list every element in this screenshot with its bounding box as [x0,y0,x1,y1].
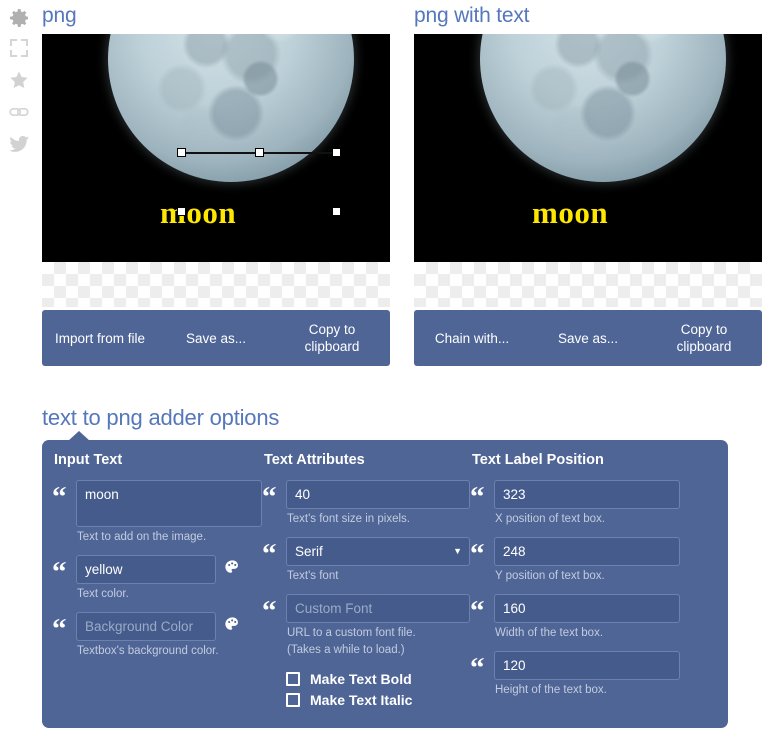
make-text-bold-label: Make Text Bold [310,671,412,687]
png-with-text-actions-bar: Chain with... Save as... Copy to clipboa… [414,310,762,366]
quote-icon: “ [52,556,67,588]
resize-handle-e[interactable] [332,207,341,216]
quote-icon: “ [52,613,67,645]
resize-handle-ne[interactable] [332,148,341,157]
hint-font: Text's font [287,570,339,582]
fullscreen-icon[interactable] [7,36,31,60]
panel-notch [68,431,90,441]
import-from-file-button[interactable]: Import from file [42,330,158,347]
quote-icon: “ [470,481,485,513]
hint-input-text: Text to add on the image. [77,531,207,543]
make-text-italic-label: Make Text Italic [310,692,413,708]
page-title-png: png [42,4,77,27]
palette-icon[interactable] [224,616,241,638]
x-position-input[interactable] [494,480,680,509]
hint-y-position: Y position of text box. [495,570,605,582]
hint-height: Height of the text box. [495,684,607,696]
hint-font-size: Text's font size in pixels. [287,513,410,525]
field-y-position: “ Y position of text box. [470,537,680,592]
save-as-button-result[interactable]: Save as... [530,330,646,347]
icon-rail [0,0,38,180]
quote-icon: “ [262,538,277,570]
chain-with-button[interactable]: Chain with... [414,330,530,347]
checkbox-row-italic[interactable]: Make Text Italic [286,692,470,708]
moon-text-label-result: moon [532,195,609,230]
quote-icon: “ [470,595,485,627]
app-root: png moon Import from file Save as... Cop… [0,0,770,737]
text-color-input[interactable] [76,555,216,584]
transparency-strip-left [42,262,390,307]
width-input[interactable] [494,594,680,623]
text-selection-box[interactable] [177,148,341,262]
field-background-color: “ Background Color Textbox's background … [52,612,262,667]
field-height: “ Height of the text box. [470,651,680,706]
resize-handle-w[interactable] [177,207,186,216]
hint-custom-font-2: (Takes a while to load.) [287,644,405,656]
column-input-text: Input Text “ moon Text to add on the ima… [52,452,262,708]
moon-image-result [480,34,726,182]
copy-to-clipboard-button[interactable]: Copy to clipboard [274,321,390,355]
link-icon[interactable] [7,100,31,124]
quote-icon: “ [470,652,485,684]
resize-handle-n[interactable] [255,148,264,157]
checkbox-row-bold[interactable]: Make Text Bold [286,671,470,687]
quote-icon: “ [470,538,485,570]
copy-to-clipboard-button-result[interactable]: Copy to clipboard [646,321,762,355]
palette-icon[interactable] [224,559,241,581]
preview-card-png-with-text: png with text moon Chain with... Save as… [414,0,762,366]
column-text-label-position: Text Label Position “ X position of text… [470,452,680,708]
preview-card-png: png moon Import from file Save as... Cop… [42,0,390,366]
field-font-size: “ Text's font size in pixels. [262,480,470,535]
input-text-textarea[interactable]: moon [76,480,262,527]
hint-background-color: Textbox's background color. [77,645,219,657]
png-actions-bar: Import from file Save as... Copy to clip… [42,310,390,366]
font-size-input[interactable] [286,480,470,509]
field-width: “ Width of the text box. [470,594,680,649]
make-text-italic-checkbox[interactable] [286,693,300,707]
star-icon[interactable] [7,68,31,92]
transparency-strip-right [414,262,762,307]
make-text-bold-checkbox[interactable] [286,672,300,686]
hint-x-position: X position of text box. [495,513,605,525]
png-with-text-canvas[interactable]: moon [414,34,762,262]
y-position-input[interactable] [494,537,680,566]
hint-width: Width of the text box. [495,627,604,639]
options-section-title: text to png adder options [42,405,280,430]
background-color-input[interactable] [76,612,216,641]
hint-text-color: Text color. [77,588,129,600]
png-canvas[interactable]: moon [42,34,390,262]
quote-icon: “ [52,481,67,513]
field-custom-font: “ URL to a custom font file. (Takes a wh… [262,594,470,666]
hint-custom-font: URL to a custom font file. [287,627,416,639]
quote-icon: “ [262,481,277,513]
column-heading-text-label-position: Text Label Position [472,452,604,468]
height-input[interactable] [494,651,680,680]
field-input-text: “ moon Text to add on the image. [52,480,262,553]
font-select[interactable]: SerifSans SerifMonospaceCursiveFantasy [286,537,470,566]
field-text-color: “ yellow Text color. [52,555,262,610]
quote-icon: “ [262,595,277,627]
options-panel: Input Text “ moon Text to add on the ima… [42,431,728,728]
column-heading-text-attributes: Text Attributes [264,452,365,468]
field-font: “ SerifSans SerifMonospaceCursiveFantasy… [262,537,470,592]
custom-font-input[interactable] [286,594,470,623]
twitter-icon[interactable] [7,132,31,156]
column-heading-input-text: Input Text [54,452,123,468]
resize-handle-nw[interactable] [177,148,186,157]
save-as-button[interactable]: Save as... [158,330,274,347]
page-title-png-with-text: png with text [414,4,530,27]
settings-gear-icon[interactable] [7,6,31,30]
field-x-position: “ X position of text box. [470,480,680,535]
column-text-attributes: Text Attributes “ Text's font size in pi… [262,452,470,708]
